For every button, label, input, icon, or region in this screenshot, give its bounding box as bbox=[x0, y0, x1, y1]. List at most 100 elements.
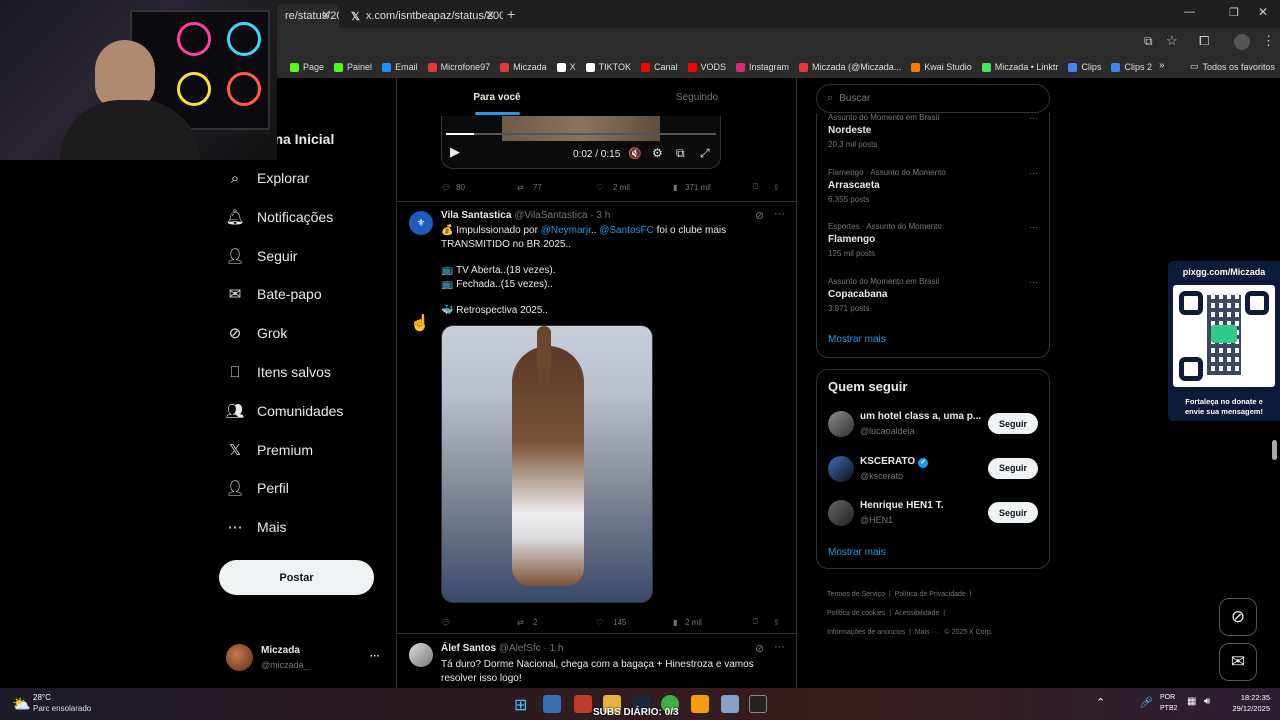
like-icon[interactable]: ♡ bbox=[596, 183, 603, 192]
close-window-icon[interactable]: ✕ bbox=[1258, 5, 1268, 19]
pip-icon[interactable]: ⧉ bbox=[676, 146, 685, 161]
clock-time[interactable]: 18:22:35 bbox=[1232, 693, 1270, 702]
post[interactable]: Álef Santos @AlefSfc · 1 h ⊘ ··· Tá duro… bbox=[397, 634, 796, 688]
chevron-right-icon[interactable]: » bbox=[1159, 60, 1165, 71]
trend-item[interactable]: Assunto do Momento em Brasil Nordeste 20,3… bbox=[828, 113, 1038, 163]
bookmark-item[interactable]: Instagram bbox=[736, 62, 789, 72]
more-icon[interactable]: ··· bbox=[774, 641, 785, 653]
bookmark-icon[interactable]: ⎕ bbox=[753, 182, 758, 192]
more-icon[interactable]: ··· bbox=[774, 208, 785, 220]
footer-link[interactable]: Acessibilidade bbox=[895, 610, 940, 617]
app-taskbar-icon[interactable] bbox=[574, 695, 592, 713]
browser-tab[interactable]: re/status/20 ✕ bbox=[277, 4, 339, 28]
fullscreen-icon[interactable]: ⤢ bbox=[700, 146, 710, 161]
weather-temp[interactable]: 28°C bbox=[33, 693, 51, 702]
tab-seguindo[interactable]: Seguindo bbox=[597, 78, 797, 116]
language-code[interactable]: POR bbox=[1160, 694, 1175, 701]
sidebar-item-premium[interactable]: 𝕏 Premium bbox=[226, 435, 313, 465]
extensions-icon[interactable]: ⧠ bbox=[1199, 33, 1209, 49]
all-bookmarks[interactable]: ▭ Todos os favoritos bbox=[1190, 61, 1275, 72]
video-player[interactable]: ▶ 0:02 / 0:15 🔇 ⚙ ⧉ ⤢ bbox=[441, 116, 721, 169]
follow-button[interactable]: Seguir bbox=[988, 502, 1038, 523]
chevron-up-icon[interactable]: ⌃ bbox=[1096, 696, 1105, 709]
bookmark-item[interactable]: Clips bbox=[1068, 62, 1101, 72]
share-icon[interactable]: ⇪ bbox=[773, 183, 780, 192]
footer-link[interactable]: Mais ··· bbox=[915, 629, 939, 636]
account-more-icon[interactable]: ··· bbox=[370, 651, 380, 662]
follow-button[interactable]: Seguir bbox=[988, 413, 1038, 434]
bookmark-item[interactable]: Clips 2 bbox=[1111, 62, 1152, 72]
settings-icon[interactable]: ⚙ bbox=[652, 146, 663, 160]
weather-desc[interactable]: Parc ensolarado bbox=[33, 704, 91, 713]
trend-item[interactable]: Flamengo · Assunto do Momento Arrascaeta 6… bbox=[828, 168, 1038, 218]
bookmark-item[interactable]: TIKTOK bbox=[585, 62, 631, 72]
post-image[interactable] bbox=[441, 325, 653, 603]
sidebar-item-seguir[interactable]: 👤︎ Seguir bbox=[225, 241, 297, 271]
maximize-icon[interactable]: ❐ bbox=[1229, 6, 1239, 19]
menu-icon[interactable]: ⋮ bbox=[1262, 33, 1275, 49]
keyboard-layout[interactable]: PTB2 bbox=[1160, 705, 1178, 712]
messages-float-button[interactable]: ✉ bbox=[1219, 643, 1257, 681]
more-icon[interactable]: ··· bbox=[1029, 168, 1038, 178]
author-handle[interactable]: @VilaSantastica bbox=[514, 210, 587, 221]
show-more-trends-link[interactable]: Mostrar mais bbox=[828, 334, 886, 345]
bookmark-item[interactable]: Miczada (@Miczada... bbox=[799, 62, 901, 72]
more-icon[interactable]: ··· bbox=[1029, 277, 1038, 287]
profile-avatar[interactable] bbox=[1234, 34, 1250, 50]
search-box[interactable]: ⌕ bbox=[816, 84, 1050, 113]
more-icon[interactable]: ··· bbox=[1029, 113, 1038, 123]
bookmark-item[interactable]: Page bbox=[290, 62, 324, 72]
clock-date[interactable]: 29/12/2025 bbox=[1226, 704, 1270, 713]
bookmark-item[interactable]: VODS bbox=[687, 62, 726, 72]
sidebar-item-comunidades[interactable]: 👥︎ Comunidades bbox=[225, 396, 343, 426]
footer-link[interactable]: Política de cookies bbox=[827, 610, 885, 617]
search-taskbar-icon[interactable] bbox=[543, 695, 561, 713]
bookmark-item[interactable]: X bbox=[556, 62, 576, 72]
sidebar-item-explorar[interactable]: ⌕ Explorar bbox=[226, 163, 309, 193]
network-icon[interactable]: ▦ bbox=[1187, 696, 1196, 707]
follow-suggestion[interactable]: um hotel class a, uma p... @lucaoaldeia Se… bbox=[828, 408, 1040, 442]
avatar[interactable] bbox=[226, 644, 253, 671]
mention-link[interactable]: @Neymarjr bbox=[541, 225, 591, 236]
author-name[interactable]: Vila Santastica bbox=[441, 210, 511, 221]
sidebar-item-bate-papo[interactable]: ✉ Bate-papo bbox=[226, 279, 322, 309]
tab-para-voce[interactable]: Para você bbox=[397, 78, 597, 116]
repost-icon[interactable]: ⇄ bbox=[517, 183, 524, 192]
post[interactable]: ⚜ Vila Santastica @VilaSantastica · 3 h … bbox=[397, 202, 796, 634]
bookmark-icon[interactable]: ⎕ bbox=[753, 617, 758, 627]
search-input[interactable] bbox=[839, 93, 1020, 104]
reply-icon[interactable]: 💬︎ bbox=[441, 183, 451, 192]
show-more-follow-link[interactable]: Mostrar mais bbox=[828, 547, 886, 558]
sidebar-item-notifica-es[interactable]: 🔔︎ Notificações bbox=[225, 202, 333, 232]
more-icon[interactable]: ··· bbox=[1029, 222, 1038, 232]
close-tab-icon[interactable]: ✕ bbox=[321, 8, 331, 22]
avatar[interactable]: ⚜ bbox=[409, 211, 433, 235]
bookmark-item[interactable]: Kwai Studio bbox=[911, 62, 972, 72]
share-icon[interactable]: ⇪ bbox=[773, 618, 780, 627]
reply-icon[interactable]: 💬︎ bbox=[441, 618, 451, 627]
bookmark-item[interactable]: Email bbox=[382, 62, 418, 72]
minimize-icon[interactable]: — bbox=[1184, 6, 1195, 18]
app-taskbar-icon[interactable] bbox=[721, 695, 739, 713]
scrollbar-thumb[interactable] bbox=[1272, 440, 1277, 460]
follow-button[interactable]: Seguir bbox=[988, 457, 1038, 479]
close-tab-icon[interactable]: ✕ bbox=[485, 8, 495, 22]
video-progress-bar[interactable] bbox=[446, 133, 716, 135]
play-icon[interactable]: ▶ bbox=[450, 144, 460, 160]
avatar[interactable] bbox=[828, 411, 854, 437]
post-button[interactable]: Postar bbox=[219, 560, 374, 595]
grok-icon[interactable]: ⊘ bbox=[755, 642, 764, 655]
sidebar-item-grok[interactable]: ⊘ Grok bbox=[226, 318, 288, 348]
sidebar-item-itens-salvos[interactable]: ⎕ Itens salvos bbox=[226, 357, 330, 387]
account-name[interactable]: Miczada bbox=[261, 645, 300, 656]
bookmark-item[interactable]: Painel bbox=[334, 62, 372, 72]
author-name[interactable]: Álef Santos bbox=[441, 643, 496, 654]
mute-icon[interactable]: 🔇 bbox=[628, 147, 642, 160]
bookmark-item[interactable]: Canal bbox=[640, 62, 678, 72]
avatar[interactable] bbox=[409, 643, 433, 667]
avatar[interactable] bbox=[828, 500, 854, 526]
footer-link[interactable]: Termos de Serviço bbox=[827, 591, 885, 598]
views-icon[interactable]: ▮ bbox=[673, 618, 677, 627]
obs-taskbar-icon[interactable] bbox=[749, 695, 767, 713]
footer-link[interactable]: Informações de anúncios bbox=[827, 629, 905, 636]
